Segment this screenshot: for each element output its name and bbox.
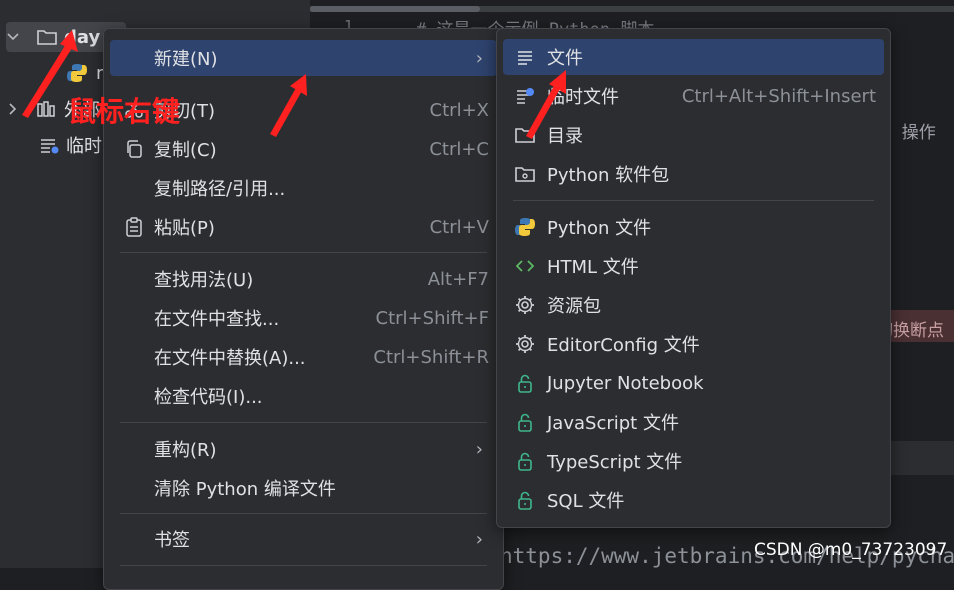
submenu-item-python-package[interactable]: Python 软件包 xyxy=(503,156,884,192)
submenu-item-resource-bundle[interactable]: 资源包 xyxy=(503,287,884,323)
menu-separator xyxy=(513,200,874,201)
shortcut-label: Ctrl+X xyxy=(429,99,489,121)
menu-item-label: 临时文件 xyxy=(547,87,619,108)
menu-item-inspect-code[interactable]: 检查代码(I)... xyxy=(110,378,497,414)
shortcut-label: Alt+F7 xyxy=(427,268,489,290)
scratch-file-icon xyxy=(513,84,537,108)
submenu-item-sql-file[interactable]: SQL 文件 xyxy=(503,482,884,518)
menu-item-copy-path[interactable]: 复制路径/引用... xyxy=(110,170,497,206)
submenu-item-jupyter-notebook[interactable]: Jupyter Notebook xyxy=(503,365,884,401)
submenu-item-file[interactable]: 文件 xyxy=(503,39,884,75)
python-icon xyxy=(513,215,537,239)
editor-band xyxy=(890,441,954,475)
menu-item-new[interactable]: 新建(N) › xyxy=(110,40,497,76)
menu-item-label: HTML 文件 xyxy=(547,257,639,278)
menu-item-find-in-files[interactable]: 在文件中查找... Ctrl+Shift+F xyxy=(110,300,497,336)
menu-separator xyxy=(120,252,487,253)
menu-item-label: 新建(N) xyxy=(154,49,218,70)
package-folder-icon xyxy=(513,162,537,186)
watermark: CSDN @m0_73723097 xyxy=(754,540,948,560)
menu-item-label: 在文件中查找... xyxy=(154,309,280,330)
menu-item-replace-in-files[interactable]: 在文件中替换(A)... Ctrl+Shift+R xyxy=(110,339,497,375)
menu-item-label: 复制路径/引用... xyxy=(154,179,286,200)
menu-item-label: 检查代码(I)... xyxy=(154,387,263,408)
menu-item-label: 资源包 xyxy=(547,296,601,317)
submenu-item-scratch-file[interactable]: 临时文件 Ctrl+Alt+Shift+Insert xyxy=(503,78,884,114)
menu-item-label: SQL 文件 xyxy=(547,491,625,512)
tree-item-file[interactable]: n xyxy=(66,58,107,88)
lock-icon xyxy=(513,488,537,512)
chevron-right-icon: › xyxy=(475,47,483,69)
menu-item-label: Jupyter Notebook xyxy=(547,372,704,394)
shortcut-label: Ctrl+Shift+R xyxy=(373,346,489,368)
new-submenu: 文件 临时文件 Ctrl+Alt+Shift+Insert 目录 Python … xyxy=(496,28,891,528)
menu-item-label: 目录 xyxy=(547,126,583,147)
menu-item-label: 粘贴(P) xyxy=(154,218,215,239)
gear-icon xyxy=(513,293,537,317)
shortcut-label: Ctrl+V xyxy=(429,216,489,238)
tree-item-label: day xyxy=(64,26,101,48)
menu-item-label: Python 文件 xyxy=(547,218,652,239)
chevron-right-icon: › xyxy=(475,438,483,460)
chevron-right-icon: › xyxy=(475,528,483,550)
menu-item-bookmarks[interactable]: 书签 › xyxy=(110,521,497,557)
lock-icon xyxy=(513,410,537,434)
tree-item-label: 临时 xyxy=(66,136,102,157)
submenu-item-html-file[interactable]: HTML 文件 xyxy=(503,248,884,284)
submenu-item-javascript-file[interactable]: JavaScript 文件 xyxy=(503,404,884,440)
menu-item-label: 清除 Python 编译文件 xyxy=(154,479,336,500)
menu-item-copy[interactable]: 复制(C) Ctrl+C xyxy=(110,131,497,167)
menu-item-label: JavaScript 文件 xyxy=(547,413,679,434)
chevron-down-icon[interactable] xyxy=(6,30,26,44)
html-icon xyxy=(513,254,537,278)
menu-item-label: 文件 xyxy=(547,48,583,69)
submenu-item-python-file[interactable]: Python 文件 xyxy=(503,209,884,245)
menu-item-label: 书签 xyxy=(154,530,190,551)
shortcut-label: Ctrl+C xyxy=(429,138,489,160)
copy-icon xyxy=(122,137,146,161)
shortcut-label: Ctrl+Alt+Shift+Insert xyxy=(681,85,876,107)
file-lines-icon xyxy=(513,45,537,69)
menu-separator xyxy=(120,565,487,566)
submenu-item-typescript-file[interactable]: TypeScript 文件 xyxy=(503,443,884,479)
menu-item-label: Python 软件包 xyxy=(547,165,670,186)
menu-item-label: 重构(R) xyxy=(154,440,217,461)
menu-item-label: 在文件中替换(A)... xyxy=(154,348,306,369)
menu-separator xyxy=(120,513,487,514)
lock-icon xyxy=(513,449,537,473)
shortcut-label: Ctrl+Shift+F xyxy=(375,307,489,329)
folder-icon xyxy=(36,27,58,47)
menu-item-paste[interactable]: 粘贴(P) Ctrl+V xyxy=(110,209,497,245)
submenu-item-directory[interactable]: 目录 xyxy=(503,117,884,153)
menu-item-label: 查找用法(U) xyxy=(154,270,254,291)
menu-item-label: 复制(C) xyxy=(154,140,217,161)
menu-item-label: EditorConfig 文件 xyxy=(547,335,700,356)
lock-icon xyxy=(513,371,537,395)
tree-item-scratches[interactable]: 临时 xyxy=(38,130,102,160)
menu-item-clean-python-compiled[interactable]: 清除 Python 编译文件 xyxy=(110,470,497,506)
submenu-item-editorconfig[interactable]: EditorConfig 文件 xyxy=(503,326,884,362)
chevron-right-icon[interactable] xyxy=(6,102,26,116)
menu-item-find-usages[interactable]: 查找用法(U) Alt+F7 xyxy=(110,261,497,297)
scratch-icon xyxy=(38,135,60,155)
paste-icon xyxy=(122,215,146,239)
annotation-text: 鼠标右键 xyxy=(68,95,181,128)
menu-item-refactor[interactable]: 重构(R) › xyxy=(110,431,497,467)
gear-icon xyxy=(513,332,537,356)
folder-icon xyxy=(513,123,537,147)
python-icon xyxy=(66,62,88,84)
menu-separator xyxy=(120,422,487,423)
library-icon xyxy=(36,99,58,119)
menu-item-label: TypeScript 文件 xyxy=(547,452,683,473)
